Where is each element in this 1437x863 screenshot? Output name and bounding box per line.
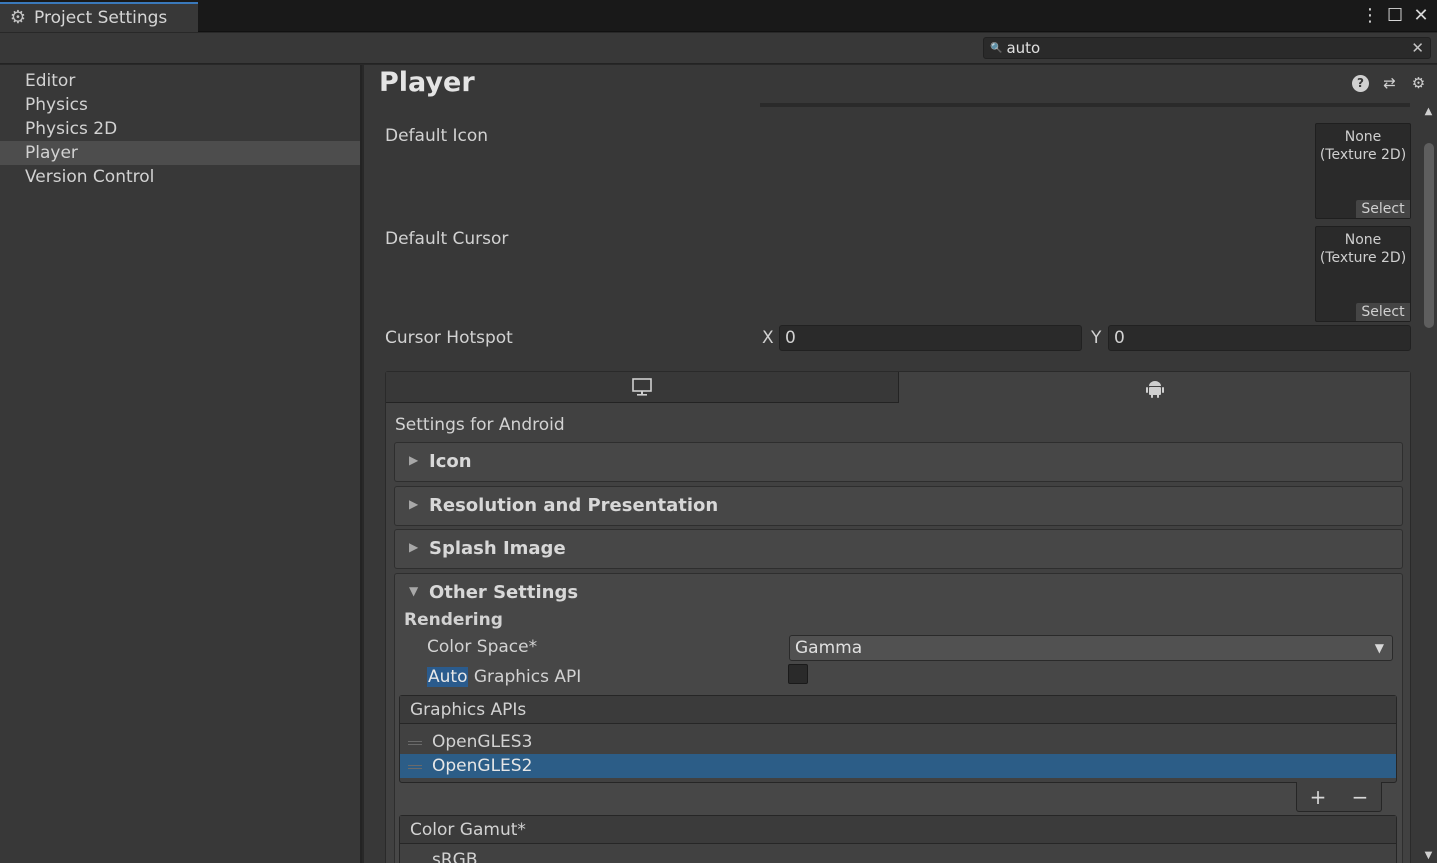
tab-desktop[interactable]: [386, 372, 899, 403]
search-icon: 🔍: [990, 42, 1003, 54]
desktop-icon: [632, 378, 652, 396]
default-cursor-label: Default Cursor: [385, 229, 509, 249]
hotspot-x-field[interactable]: 0: [779, 325, 1082, 351]
list-footer: + −: [1296, 782, 1382, 812]
search-input[interactable]: [1006, 39, 1407, 57]
clear-icon[interactable]: ✕: [1411, 39, 1424, 57]
help-icon[interactable]: ?: [1352, 75, 1369, 92]
settings-icon[interactable]: ⚙: [1410, 75, 1427, 92]
search-match-highlight: Auto: [427, 667, 469, 687]
color-space-label: Color Space*: [427, 637, 538, 657]
color-gamut-header: Color Gamut*: [400, 816, 1396, 844]
default-icon-label: Default Icon: [385, 126, 489, 146]
window-controls: ⋮ ☐ ✕: [1361, 4, 1429, 28]
hotspot-x-label: X: [762, 328, 774, 348]
list-item-opengles2[interactable]: OpenGLES2: [400, 754, 1396, 778]
settings-sidebar: Editor Physics Physics 2D Player Version…: [0, 65, 362, 863]
graphics-apis-list: Graphics APIs OpenGLES3 OpenGLES2: [399, 695, 1397, 783]
scroll-down-icon[interactable]: ▼: [1420, 849, 1437, 863]
rendering-heading: Rendering: [404, 610, 503, 630]
sidebar-item-editor[interactable]: Editor: [0, 69, 360, 93]
gear-icon: ⚙: [9, 7, 27, 28]
tab-android[interactable]: [899, 372, 1410, 403]
foldout-splash-image-label: Splash Image: [429, 538, 566, 559]
default-cursor-field[interactable]: None (Texture 2D) Select: [1315, 226, 1411, 322]
foldout-icon[interactable]: ▶ Icon: [394, 442, 1403, 482]
player-settings-panel: Player ? ⇄ ⚙ Default Icon None (Texture …: [364, 65, 1437, 863]
hotspot-y-field[interactable]: 0: [1108, 325, 1411, 351]
close-icon[interactable]: ✕: [1413, 5, 1429, 27]
list-item-label: OpenGLES3: [432, 732, 533, 752]
default-icon-value-line1: None: [1344, 129, 1382, 145]
android-icon: [1145, 380, 1164, 398]
sidebar-item-physics[interactable]: Physics: [0, 93, 360, 117]
settings-for-label: Settings for Android: [395, 415, 565, 435]
window-title: Project Settings: [34, 8, 168, 28]
chevron-right-icon: ▶: [409, 453, 419, 467]
title-icons: ? ⇄ ⚙: [1352, 75, 1427, 92]
search-field[interactable]: 🔍 ✕: [983, 37, 1431, 59]
preset-icon[interactable]: ⇄: [1381, 75, 1398, 92]
clipped-field: [760, 103, 1410, 107]
sidebar-item-physics-2d[interactable]: Physics 2D: [0, 117, 360, 141]
list-item-label: OpenGLES2: [432, 756, 533, 776]
foldout-other-settings-label: Other Settings: [429, 582, 579, 603]
maximize-icon[interactable]: ☐: [1387, 5, 1403, 27]
page-title: Player: [379, 67, 475, 98]
graphics-apis-header: Graphics APIs: [400, 696, 1396, 724]
more-icon[interactable]: ⋮: [1361, 5, 1379, 27]
list-item-label: sRGB: [432, 850, 478, 863]
chevron-right-icon: ▶: [409, 540, 419, 554]
color-gamut-list: Color Gamut* sRGB: [399, 815, 1397, 863]
toolbar: 🔍 ✕: [0, 33, 1437, 64]
cursor-hotspot-label: Cursor Hotspot: [385, 328, 513, 348]
list-item-srgb[interactable]: sRGB: [400, 848, 1396, 863]
foldout-resolution[interactable]: ▶ Resolution and Presentation: [394, 486, 1403, 526]
hotspot-y-label: Y: [1091, 328, 1102, 348]
foldout-resolution-label: Resolution and Presentation: [429, 495, 719, 516]
default-cursor-select-button[interactable]: Select: [1356, 303, 1410, 321]
foldout-splash-image[interactable]: ▶ Splash Image: [394, 529, 1403, 569]
platform-settings-box: Settings for Android ▶ Icon ▶ Resolution…: [385, 371, 1411, 863]
color-space-dropdown[interactable]: Gamma ▼: [789, 635, 1393, 661]
auto-graphics-api-label: Auto Graphics API: [427, 667, 581, 687]
chevron-down-icon: ▼: [409, 584, 419, 598]
sidebar-item-player[interactable]: Player: [0, 141, 360, 165]
add-button[interactable]: +: [1310, 785, 1327, 809]
sidebar-item-version-control[interactable]: Version Control: [0, 165, 360, 189]
drag-handle-icon[interactable]: [408, 741, 422, 745]
default-icon-value: None (Texture 2D): [1316, 128, 1410, 164]
default-cursor-value-line2: (Texture 2D): [1319, 250, 1407, 266]
default-icon-value-line2: (Texture 2D): [1319, 147, 1407, 163]
scrollbar-thumb[interactable]: [1424, 143, 1434, 328]
remove-button[interactable]: −: [1352, 785, 1369, 809]
color-space-value: Gamma: [795, 638, 863, 658]
default-cursor-value: None (Texture 2D): [1316, 231, 1410, 267]
window-tab[interactable]: ⚙ Project Settings: [0, 2, 198, 32]
foldout-icon-label: Icon: [429, 451, 472, 472]
chevron-down-icon: ▼: [1374, 641, 1384, 655]
chevron-right-icon: ▶: [409, 497, 419, 511]
title-bar: ⚙ Project Settings ⋮ ☐ ✕: [0, 0, 1437, 32]
default-icon-select-button[interactable]: Select: [1356, 200, 1410, 218]
auto-graphics-api-label-rest: Graphics API: [468, 667, 582, 687]
drag-handle-icon[interactable]: [408, 765, 422, 769]
list-item-opengles3[interactable]: OpenGLES3: [400, 730, 1396, 754]
vertical-scrollbar[interactable]: ▲ ▼: [1420, 105, 1437, 863]
default-icon-field[interactable]: None (Texture 2D) Select: [1315, 123, 1411, 219]
default-cursor-value-line1: None: [1344, 232, 1382, 248]
auto-graphics-api-checkbox[interactable]: [788, 664, 808, 684]
scroll-up-icon[interactable]: ▲: [1420, 105, 1437, 119]
